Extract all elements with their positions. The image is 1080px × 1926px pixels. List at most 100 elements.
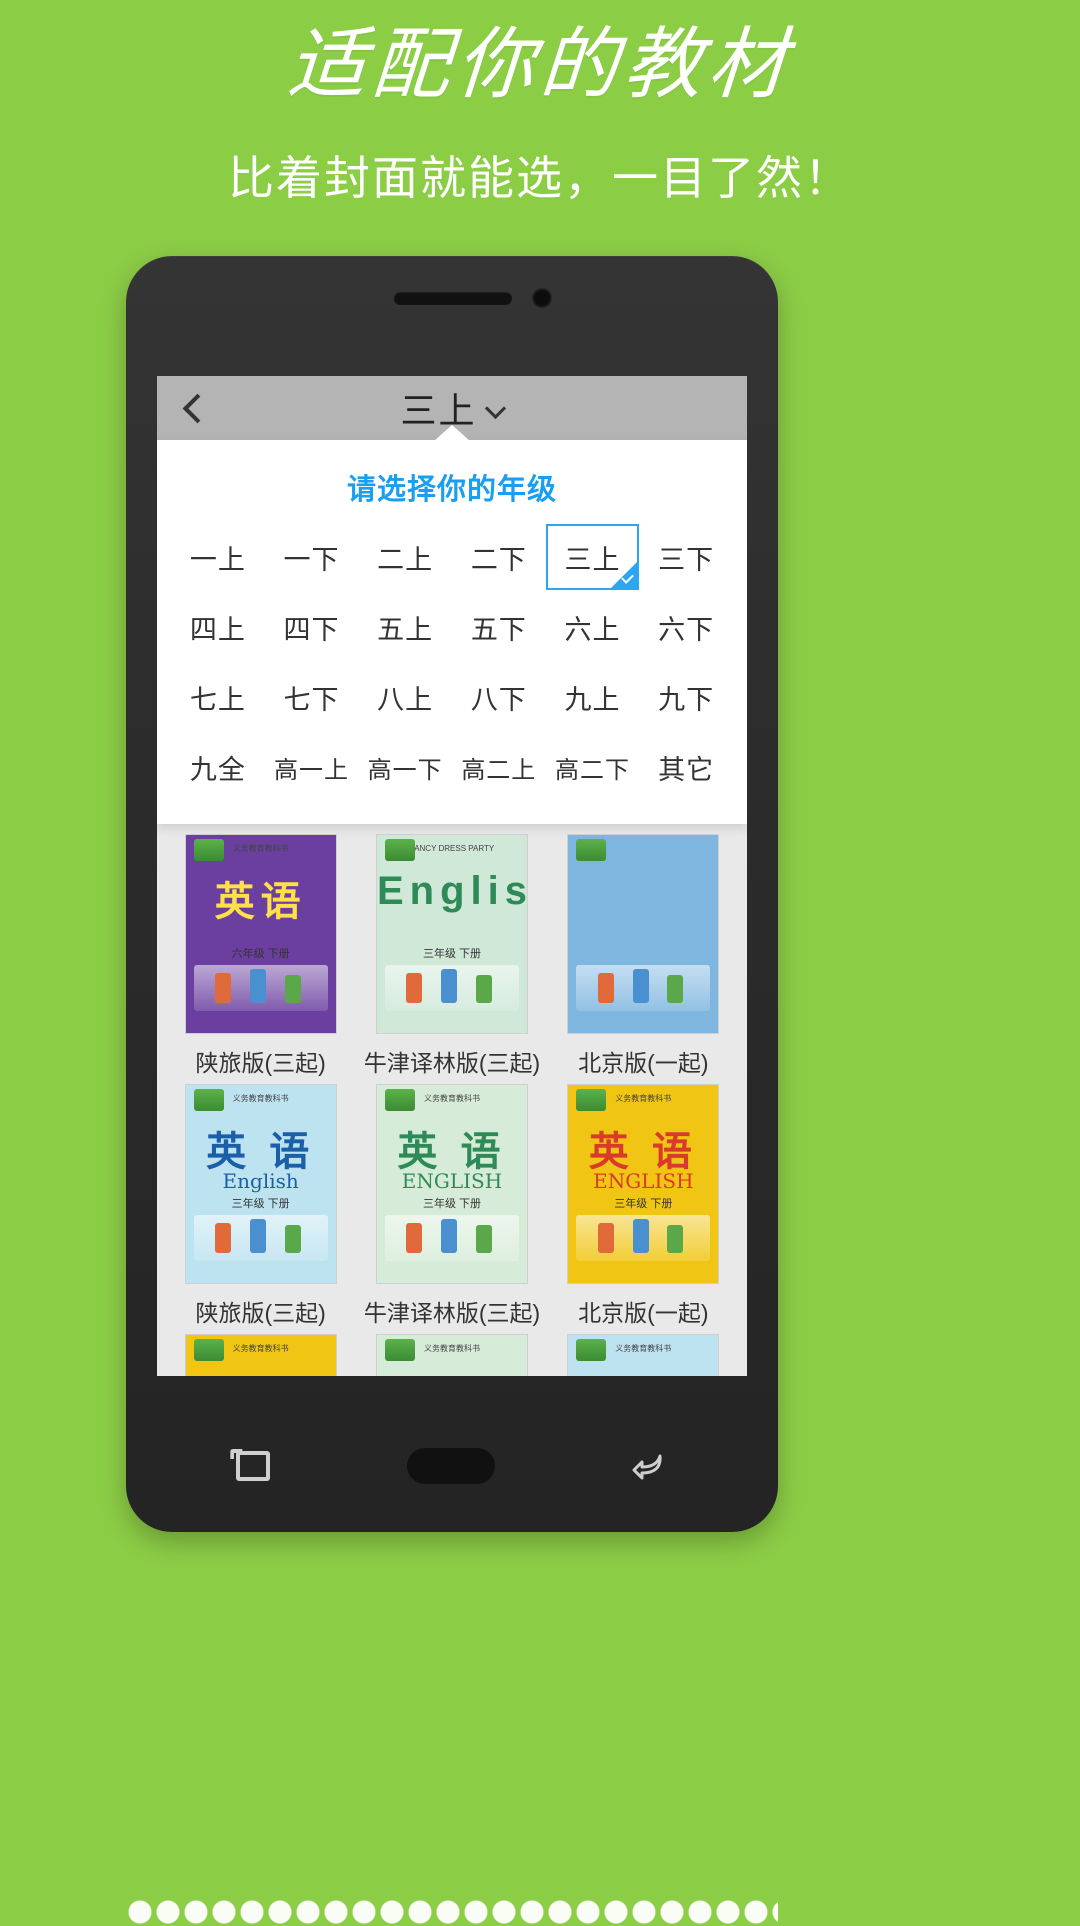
grade-option-5[interactable]: 三下 (639, 524, 733, 590)
grade-option-label: 八下 (470, 684, 527, 715)
book-item[interactable]: 义务教育教科书 英语 六年级 下册 陕旅版(三起) (169, 834, 352, 1078)
cover-title: 英 语 (377, 1369, 527, 1376)
book-cover: 义务教育教科书英 语三年级 下册 (375, 1334, 528, 1376)
grade-option-15[interactable]: 八下 (452, 664, 546, 730)
grade-option-label: 四下 (283, 614, 340, 645)
grade-option-label: 高一下 (367, 756, 443, 784)
grade-option-14[interactable]: 八上 (358, 664, 452, 730)
grade-option-label: 一上 (189, 544, 246, 575)
book-cover: 义务教育教科书英 语ENGLISH三年级 下册 (567, 1084, 720, 1284)
check-icon (611, 562, 638, 588)
grade-option-label: 六下 (658, 614, 715, 645)
grade-option-0[interactable]: 一上 (171, 524, 265, 590)
grade-option-11[interactable]: 六下 (639, 594, 733, 660)
book-label: 陕旅版(三起) (195, 1300, 326, 1326)
grade-option-label: 七下 (283, 684, 340, 715)
grade-option-21[interactable]: 高二上 (452, 734, 546, 800)
back-button[interactable] (622, 1444, 676, 1490)
book-item[interactable]: 义务教育教科书英 语 ENGLISH 三年级 下册北京版(一起) (552, 1084, 735, 1328)
page-title: 适配你的教材 (284, 20, 796, 110)
grade-option-16[interactable]: 九上 (546, 664, 640, 730)
cover-illustration (384, 965, 519, 1011)
book-label: 陕旅版(三起) (195, 1050, 326, 1076)
book-cover: 义务教育教科书英 语ENGLISH三年级 下册 (184, 1334, 337, 1376)
front-camera-icon (532, 288, 552, 308)
book-item[interactable]: FANCY DRESS PARTYEnglish三年级 下册牛津译林版(三起) (360, 834, 543, 1078)
publisher-badge-icon (193, 839, 224, 861)
grade-option-label: 七上 (189, 684, 246, 715)
grade-option-label: 八上 (377, 684, 434, 715)
book-item[interactable]: 义务教育教科书英 语三年级 下册 (360, 1334, 543, 1376)
publisher-badge-icon (576, 1339, 607, 1361)
book-grid: 义务教育教科书 英语 六年级 下册 陕旅版(三起) FANCY DRESS PARTY E… (157, 824, 747, 1376)
book-label: 北京版(一起) (578, 1050, 709, 1076)
cover-title: 英语 (214, 880, 307, 924)
cover-title: 英 语 (568, 1369, 718, 1376)
grade-option-17[interactable]: 九下 (639, 664, 733, 730)
book-item[interactable]: 义务教育教科书英 语English三年级 下册 (552, 1334, 735, 1376)
grade-grid: 一上 一下 二上 二下 三上 三下 四上 四下 五上 五下 六上 六下 七上 七下 八上 八下 九上 九下 九全 高一… (157, 516, 747, 800)
publisher-badge-icon (384, 1089, 415, 1111)
cover-grade-label: 六年级 下册 (231, 948, 290, 960)
grade-option-12[interactable]: 七上 (171, 664, 265, 730)
home-button[interactable] (406, 1444, 495, 1490)
book-row: 义务教育教科书英 语ENGLISH三年级 下册义务教育教科书英 语三年级 下册义… (169, 1334, 735, 1376)
grade-option-label: 高一上 (273, 756, 349, 784)
book-item[interactable]: 义务教育教科书英 语ENGLISH三年级 下册 (169, 1334, 352, 1376)
book-item[interactable]: 义务教育教科书英 语 English 三年级 下册 陕旅版(三起) (169, 1084, 352, 1328)
book-item[interactable]: 北京版(一起) (552, 834, 735, 1078)
grade-option-9[interactable]: 五下 (452, 594, 546, 660)
grade-option-label: 二上 (377, 544, 434, 575)
publisher-badge-icon (384, 839, 415, 861)
cover-grade-label: 三年级 下册 (231, 1198, 290, 1210)
grade-option-7[interactable]: 四下 (265, 594, 359, 660)
page-subtitle: 比着封面就能选，一目了然！ (228, 152, 852, 205)
publisher-badge-icon (193, 1339, 224, 1361)
android-navigation-bar (157, 1424, 747, 1510)
dropdown-pointer-icon (434, 425, 470, 441)
book-row: 义务教育教科书英 语 English 三年级 下册 陕旅版(三起) 义务教育教科书英 语… (169, 1084, 735, 1328)
cover-illustration (193, 965, 328, 1011)
grade-option-3[interactable]: 二下 (452, 524, 546, 590)
grade-option-label: 九上 (564, 684, 621, 715)
grade-option-6[interactable]: 四上 (171, 594, 265, 660)
phone-screen: 三上 请选择你的年级 一上 一下 二上 二下 三上 三下 四上 四下 五上 五下 六上 六下 七上 七下 八… (157, 376, 747, 1376)
book-label: 牛津译林版(三起) (363, 1300, 541, 1326)
cover-subtitle-en: ENGLISH (593, 1169, 694, 1193)
cover-subtitle-en: English (222, 1169, 299, 1193)
grade-option-2[interactable]: 二上 (358, 524, 452, 590)
cover-illustration (384, 1215, 519, 1261)
grade-option-label: 其它 (658, 754, 715, 785)
book-cover: 义务教育教科书英 语ENGLISH三年级 下册 (375, 1084, 528, 1284)
grade-option-4[interactable]: 三上 (545, 524, 640, 590)
grade-option-label: 九全 (189, 754, 246, 785)
grade-option-label: 二下 (470, 544, 527, 575)
cover-grade-label: 三年级 下册 (422, 948, 482, 960)
chevron-down-icon (486, 401, 504, 419)
grade-option-1[interactable]: 一下 (265, 524, 359, 590)
book-item[interactable]: 义务教育教科书英 语 ENGLISH 三年级 下册牛津译林版(三起) (360, 1084, 543, 1328)
grade-option-label: 三下 (658, 544, 715, 575)
earpiece-speaker-icon (394, 292, 512, 305)
cover-subtitle-en: ENGLISH (401, 1169, 503, 1193)
book-cover: 义务教育教科书 英语 六年级 下册 (184, 834, 337, 1034)
dropdown-title: 请选择你的年级 (346, 474, 557, 506)
publisher-badge-icon (384, 1339, 415, 1361)
grade-option-19[interactable]: 高一上 (265, 734, 359, 800)
grade-option-13[interactable]: 七下 (265, 664, 359, 730)
grade-option-20[interactable]: 高一下 (358, 734, 452, 800)
book-label: 北京版(一起) (578, 1300, 709, 1326)
grade-option-10[interactable]: 六上 (546, 594, 640, 660)
cover-illustration (193, 1215, 328, 1261)
chevron-left-icon[interactable] (175, 391, 209, 425)
book-cover (567, 834, 720, 1034)
cover-illustration (576, 965, 711, 1011)
promo-header: 适配你的教材 比着封面就能选，一目了然！ (0, 0, 1080, 207)
book-cover: 义务教育教科书英 语English三年级 下册 (184, 1084, 337, 1284)
recents-button[interactable] (228, 1444, 282, 1490)
grade-option-23[interactable]: 其它 (639, 734, 733, 800)
grade-option-8[interactable]: 五上 (358, 594, 452, 660)
cover-title: 英 语 (186, 1369, 336, 1376)
grade-option-18[interactable]: 九全 (171, 734, 265, 800)
grade-option-22[interactable]: 高二下 (546, 734, 640, 800)
